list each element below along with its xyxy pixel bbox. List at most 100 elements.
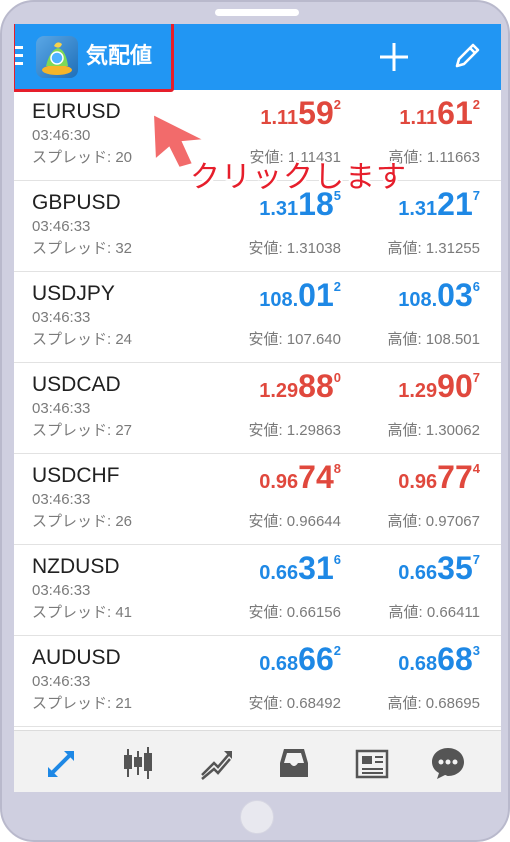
bid-price[interactable]: 108.012 xyxy=(259,277,341,314)
trade-chart-icon[interactable] xyxy=(198,745,234,781)
low-value: 安値: 0.66156 xyxy=(248,604,341,621)
chat-bubble-icon[interactable] xyxy=(430,745,466,781)
ask-price-prefix: 0.68 xyxy=(398,653,438,675)
quote-time: 03:46:33 xyxy=(32,582,91,599)
bid-price[interactable]: 1.29880 xyxy=(259,368,341,405)
bid-price-pips: 66 xyxy=(298,641,334,677)
bid-price[interactable]: 0.66316 xyxy=(259,550,341,587)
quotes-arrows-icon[interactable] xyxy=(44,745,80,781)
ask-price-pips: 68 xyxy=(437,641,473,677)
symbol-name: EURUSD xyxy=(32,100,121,123)
bid-price-prefix: 1.11 xyxy=(260,107,299,129)
quote-row[interactable]: NZDUSD 03:46:33 スプレッド: 41 0.66316 0.66357 安値:… xyxy=(14,545,501,636)
click-highlight-box xyxy=(14,24,174,92)
ask-price[interactable]: 1.29907 xyxy=(398,368,480,405)
ask-price-pips: 03 xyxy=(437,277,473,313)
ask-price-pips: 90 xyxy=(437,368,473,404)
ask-price-pips: 21 xyxy=(437,186,473,222)
candlestick-chart-icon[interactable] xyxy=(120,745,156,781)
symbol-name: AUDUSD xyxy=(32,646,121,669)
bid-price-fraction: 2 xyxy=(333,97,341,112)
quote-row[interactable]: USDCAD 03:46:33 スプレッド: 27 1.29880 1.29907 安値:… xyxy=(14,363,501,454)
spread-value: スプレッド: 41 xyxy=(32,604,133,621)
symbol-name: NZDUSD xyxy=(32,555,120,578)
quote-row[interactable]: USDCHF 03:46:33 スプレッド: 26 0.96748 0.96774 安値:… xyxy=(14,454,501,545)
low-value: 安値: 0.96644 xyxy=(248,513,341,530)
bottom-nav xyxy=(14,730,501,792)
quote-time: 03:46:33 xyxy=(32,309,91,326)
bid-price-prefix: 0.66 xyxy=(259,562,299,584)
ask-price-prefix: 0.66 xyxy=(398,562,438,584)
bid-price-fraction: 8 xyxy=(333,461,341,476)
low-value: 安値: 1.29863 xyxy=(248,422,341,439)
ask-price[interactable]: 0.66357 xyxy=(398,550,480,587)
annotation-text: クリックします xyxy=(190,160,407,195)
app-bar: 気配値 xyxy=(14,24,501,92)
ask-price-fraction: 7 xyxy=(472,552,480,567)
ask-price-pips: 61 xyxy=(437,95,473,131)
bid-price-prefix: 1.31 xyxy=(259,198,299,220)
spread-value: スプレッド: 24 xyxy=(32,331,133,348)
quote-time: 03:46:33 xyxy=(32,218,91,235)
symbol-name: GBPUSD xyxy=(32,191,121,214)
bid-price-pips: 31 xyxy=(298,550,334,586)
quote-time: 03:46:30 xyxy=(32,127,91,144)
low-value: 安値: 107.640 xyxy=(248,331,341,348)
ask-price-fraction: 3 xyxy=(472,643,480,658)
ask-price[interactable]: 1.11612 xyxy=(399,95,480,132)
high-value: 高値: 0.97067 xyxy=(387,513,480,530)
ask-price-prefix: 0.96 xyxy=(398,471,438,493)
ask-price-prefix: 1.11 xyxy=(399,107,438,129)
symbol-name: USDJPY xyxy=(32,282,115,305)
high-value: 高値: 1.30062 xyxy=(387,422,480,439)
spread-value: スプレッド: 20 xyxy=(32,149,133,166)
spread-value: スプレッド: 32 xyxy=(32,240,133,257)
spread-value: スプレッド: 21 xyxy=(32,695,133,712)
ask-price-prefix: 1.29 xyxy=(398,380,438,402)
quote-row[interactable]: AUDUSD 03:46:33 スプレッド: 21 0.68662 0.68683 安値:… xyxy=(14,636,501,727)
ask-price[interactable]: 0.68683 xyxy=(398,641,480,678)
plus-icon[interactable] xyxy=(378,41,410,73)
pencil-icon[interactable] xyxy=(451,40,483,72)
bid-price-prefix: 0.96 xyxy=(259,471,299,493)
bid-price[interactable]: 0.68662 xyxy=(259,641,341,678)
bid-price-fraction: 2 xyxy=(333,279,341,294)
home-button[interactable] xyxy=(240,800,274,834)
bid-price-fraction: 2 xyxy=(333,643,341,658)
ask-price[interactable]: 1.31217 xyxy=(398,186,480,223)
ask-price-pips: 77 xyxy=(437,459,473,495)
news-icon[interactable] xyxy=(354,745,390,781)
ask-price-prefix: 108. xyxy=(398,289,438,311)
high-value: 高値: 108.501 xyxy=(387,331,480,348)
inbox-icon[interactable] xyxy=(276,745,312,781)
bid-price-pips: 74 xyxy=(298,459,334,495)
bid-price-prefix: 1.29 xyxy=(259,380,299,402)
high-value: 高値: 1.31255 xyxy=(387,240,480,257)
phone-frame: 気配値 EURUSD 03:46:30 スプレッド: 20 1.11592 1.1161… xyxy=(0,0,510,842)
bid-price-pips: 01 xyxy=(298,277,334,313)
quote-time: 03:46:33 xyxy=(32,673,91,690)
bid-price[interactable]: 1.11592 xyxy=(260,95,341,132)
ask-price-fraction: 6 xyxy=(472,279,480,294)
bid-price[interactable]: 0.96748 xyxy=(259,459,341,496)
spread-value: スプレッド: 26 xyxy=(32,513,133,530)
high-value: 高値: 0.66411 xyxy=(388,604,480,621)
bid-price-prefix: 0.68 xyxy=(259,653,299,675)
ask-price[interactable]: 0.96774 xyxy=(398,459,480,496)
bid-price-pips: 88 xyxy=(298,368,334,404)
quote-time: 03:46:33 xyxy=(32,400,91,417)
quote-row[interactable]: USDJPY 03:46:33 スプレッド: 24 108.012 108.036 安値:… xyxy=(14,272,501,363)
bid-price-fraction: 6 xyxy=(333,552,341,567)
bid-price-prefix: 108. xyxy=(259,289,299,311)
ask-price-fraction: 7 xyxy=(472,188,480,203)
ask-price-fraction: 4 xyxy=(472,461,480,476)
ask-price[interactable]: 108.036 xyxy=(398,277,480,314)
phone-speaker xyxy=(215,9,299,16)
app-screen: 気配値 EURUSD 03:46:30 スプレッド: 20 1.11592 1.1161… xyxy=(14,24,501,792)
quote-time: 03:46:33 xyxy=(32,491,91,508)
high-value: 高値: 0.68695 xyxy=(387,695,480,712)
ask-price-prefix: 1.31 xyxy=(398,198,438,220)
symbol-name: USDCAD xyxy=(32,373,121,396)
low-value: 安値: 1.31038 xyxy=(248,240,341,257)
bid-price-pips: 59 xyxy=(298,95,334,131)
